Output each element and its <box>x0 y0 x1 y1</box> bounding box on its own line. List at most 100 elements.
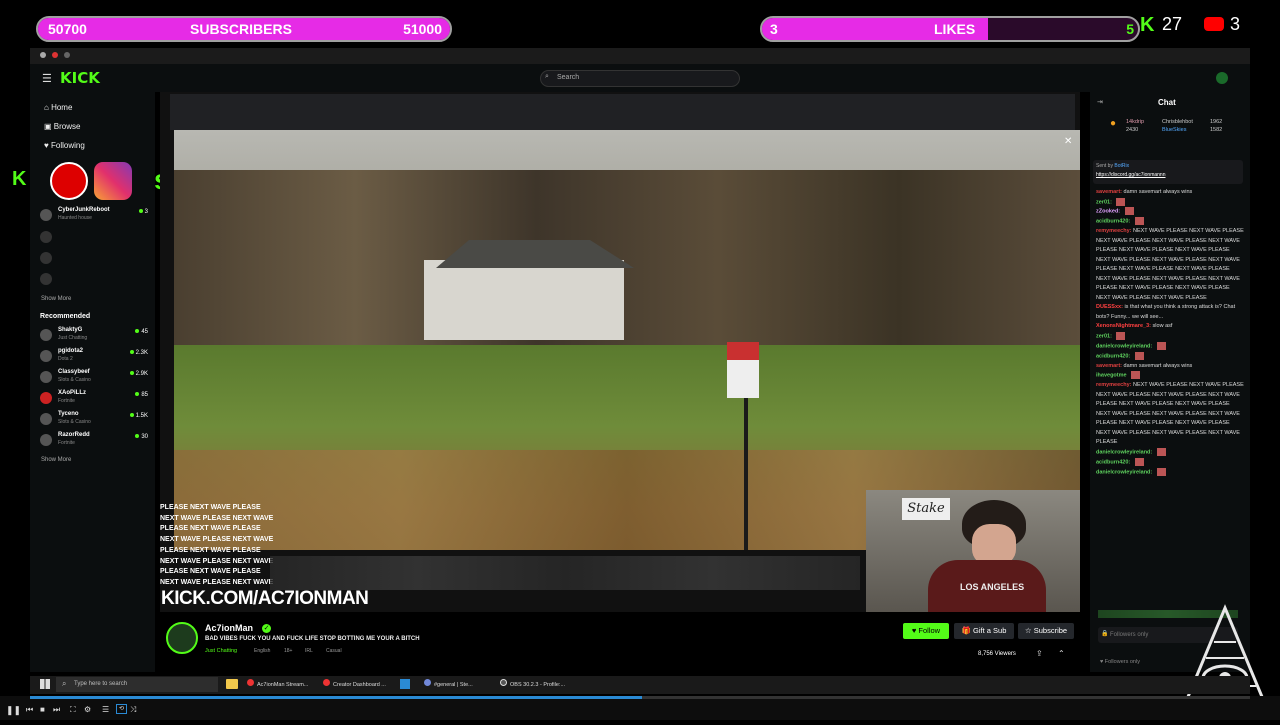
subscribe-button[interactable]: ☆ Subscribe <box>1018 623 1074 639</box>
taskbar-search-input[interactable]: ⌕ Type here to search <box>56 677 218 692</box>
stream-category[interactable]: Just Chatting <box>205 648 237 654</box>
next-icon[interactable]: ⏭ <box>53 705 60 715</box>
stream-tag[interactable]: English <box>254 648 270 654</box>
collapse-icon[interactable]: ⌃ <box>1058 649 1065 658</box>
windows-start-icon[interactable] <box>40 679 50 689</box>
stop-icon[interactable]: ■ <box>40 705 45 714</box>
stake-sign: Stake <box>902 498 950 520</box>
chat-username[interactable]: XenonsNightmare_3: <box>1096 323 1151 329</box>
chat-username[interactable]: savemart: <box>1096 363 1122 369</box>
taskbar-app[interactable]: #general | Ste... <box>424 679 473 691</box>
playlist-icon[interactable]: ☰ <box>102 705 109 714</box>
show-more-link[interactable]: Show More <box>41 296 71 302</box>
emote-icon <box>1116 197 1126 206</box>
kick-logo[interactable]: KICK <box>60 69 100 87</box>
stream-tag[interactable]: 18+ <box>284 648 292 654</box>
channel-name: XAoPiLLz <box>58 390 86 396</box>
channel-viewers: 30 <box>135 434 148 440</box>
channel-category: Slots & Casino <box>58 377 91 383</box>
tab-dot-icon <box>64 52 70 58</box>
heart-icon: ♥ <box>44 141 49 150</box>
sidebar-recommended-item[interactable]: ShaktyG Just Chatting 45 <box>40 327 148 349</box>
chat-username[interactable]: remymeechy: <box>1096 382 1131 388</box>
search-input[interactable]: Search <box>540 70 740 87</box>
chat-username[interactable]: DUESSxx: <box>1096 304 1123 310</box>
channel-name: Classybeef <box>58 369 90 375</box>
chat-username[interactable]: ihavegotme <box>1096 373 1127 379</box>
pause-icon[interactable]: ❚❚ <box>6 705 21 716</box>
chat-text: damn savemart always wins <box>1123 362 1193 369</box>
shuffle-icon[interactable]: ⤨ <box>130 705 136 715</box>
emote-icon <box>1124 207 1134 216</box>
kick-count-widget: K 27 3 <box>1140 14 1270 38</box>
channel-category: Slots & Casino <box>58 419 91 425</box>
chat-collapse-icon[interactable]: ⇥ <box>1097 98 1103 108</box>
emote-icon <box>1134 351 1144 360</box>
chat-message: danielcrowleyireland: <box>1090 447 1250 458</box>
avatar <box>40 350 52 362</box>
nav-following[interactable]: ♥ Following <box>44 141 85 150</box>
stream-tag[interactable]: IRL <box>305 648 313 654</box>
pinned-link[interactable]: https://discord.gg/ac7ionmannn <box>1096 171 1240 180</box>
show-more-link-2[interactable]: Show More <box>41 457 71 463</box>
share-icon[interactable]: ⇪ <box>1036 649 1043 658</box>
menu-icon[interactable]: ☰ <box>42 72 52 85</box>
chat-username[interactable]: acidburn420: <box>1096 353 1130 359</box>
follow-button[interactable]: ♥ Follow <box>903 623 949 639</box>
chrome-icon <box>323 679 330 686</box>
channel-viewers: 85 <box>135 392 148 398</box>
taskbar-app[interactable]: Creator Dashboard ... <box>323 679 386 691</box>
nav-following-label: Following <box>50 141 85 150</box>
chat-message: zer01: <box>1090 331 1250 342</box>
sidebar-recommended-item[interactable]: Classybeef Slots & Casino 2.9K <box>40 369 148 391</box>
loop-icon[interactable]: ⟲ <box>116 704 127 714</box>
sidebar-recommended-item[interactable]: pgidota2 Dota 2 2.3K <box>40 348 148 370</box>
chat-username[interactable]: remymeechy: <box>1096 228 1131 234</box>
pinned-message[interactable]: Sent by BotRix https://discord.gg/ac7ion… <box>1093 160 1243 184</box>
file-explorer-icon[interactable] <box>226 679 238 689</box>
avatar <box>40 434 52 446</box>
chat-username[interactable]: danielcrowleyireland: <box>1096 449 1152 455</box>
chat-message: remymeechy: NEXT WAVE PLEASE NEXT WAVE P… <box>1090 227 1250 303</box>
vscode-icon[interactable] <box>400 679 410 689</box>
gift-sub-button[interactable]: 🎁 Gift a Sub <box>954 623 1014 639</box>
close-icon[interactable]: ✕ <box>1064 136 1072 147</box>
likes-bar: 3 LIKES 5 <box>760 16 1140 42</box>
chat-username[interactable]: acidburn420: <box>1096 459 1130 465</box>
tab-dot-icon <box>52 52 58 58</box>
settings-icon[interactable]: ⚙ <box>84 705 91 714</box>
taskbar-app[interactable]: Ac7ionMan Stream... <box>247 679 308 691</box>
emote-icon <box>1156 341 1166 350</box>
chat-username[interactable]: zZooked: <box>1096 209 1120 215</box>
sidebar-recommended-item[interactable]: Tyceno Slots & Casino 1.5K <box>40 411 148 433</box>
streamer-name[interactable]: Ac7ionMan <box>205 623 253 633</box>
nav-browse[interactable]: ▣ Browse <box>44 122 80 131</box>
chat-username[interactable]: danielcrowleyireland: <box>1096 343 1152 349</box>
sidebar-recommended-item[interactable]: XAoPiLLz Fortnite 85 <box>40 390 148 412</box>
wave-line: PLEASE NEXT WAVE PLEASE <box>160 504 261 511</box>
taskbar-app[interactable]: OBS 30.2.3 - Profile:... <box>500 679 565 691</box>
fullscreen-icon[interactable]: ⛶ <box>70 705 76 715</box>
sidebar-recommended-item[interactable]: RazorRedd Fortnite 30 <box>40 432 148 454</box>
sidebar-following-item[interactable]: CyberJunkReboot Haunted house 3 <box>40 207 148 229</box>
recommended-title: Recommended <box>40 313 91 320</box>
prev-icon[interactable]: ⏮ <box>26 705 33 715</box>
chat-username[interactable]: zer01: <box>1096 333 1112 339</box>
chat-message: danielcrowleyireland: <box>1090 467 1250 478</box>
chat-username[interactable]: danielcrowleyireland: <box>1096 469 1152 475</box>
channel-viewers: 45 <box>135 329 148 335</box>
header-avatar[interactable] <box>1216 72 1228 84</box>
nav-home[interactable]: ⌂ Home <box>44 103 72 112</box>
instagram-icon <box>94 162 132 200</box>
wave-text-overlay: PLEASE NEXT WAVE PLEASE NEXT WAVE PLEASE… <box>160 503 280 589</box>
channel-category: Haunted house <box>58 215 92 221</box>
streamer-avatar[interactable] <box>166 622 198 654</box>
taskbar-app-label: Creator Dashboard ... <box>333 682 386 688</box>
chat-username[interactable]: zer01: <box>1096 199 1112 205</box>
chat-message: danielcrowleyireland: <box>1090 341 1250 352</box>
media-player-bar: ❚❚ ⏮ ■ ⏭ ⛶ ⚙ ☰ ⟲ ⤨ <box>0 696 1280 720</box>
chat-username[interactable]: acidburn420: <box>1096 219 1130 225</box>
stream-tag[interactable]: Casual <box>326 648 342 654</box>
chat-username[interactable]: savemart: <box>1096 189 1122 195</box>
wave-line: NEXT WAVE PLEASE NEXT WAVE <box>160 514 274 522</box>
